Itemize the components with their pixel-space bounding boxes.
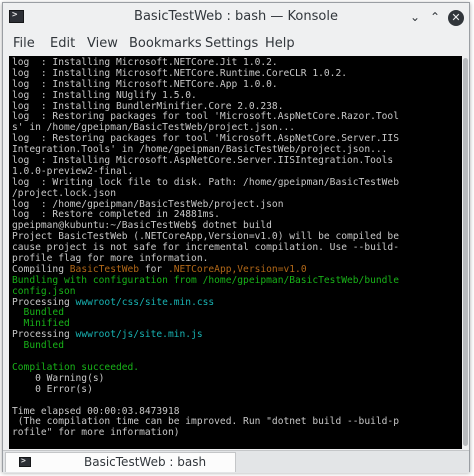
terminal-line: Processing wwwroot/css/site.min.css [12, 296, 460, 309]
terminal-segment: BasicTestWeb [69, 263, 140, 275]
tab-bar: > BasicTestWeb : bash [3, 450, 469, 473]
terminal-segment: cause project is not safe for incrementa… [12, 242, 399, 254]
menu-bar: File Edit View Bookmarks Settings Help [3, 33, 469, 55]
terminal-segment: Minified [12, 318, 70, 330]
terminal-line: 0 Error(s) [12, 383, 460, 396]
terminal-segment: Integration.Tools' in /home/gpeipman/Bas… [12, 144, 388, 156]
terminal-icon: > [19, 456, 31, 467]
terminal-segment: Processing [12, 296, 76, 308]
terminal-segment: for [139, 263, 168, 275]
terminal-output[interactable]: log : Installing Microsoft.NETCore.Jit 1… [9, 56, 462, 449]
terminal-segment: log : Installing Microsoft.AspNetCore.Se… [12, 155, 394, 167]
terminal-segment: log : /home/gpeipman/BasicTestWeb/projec… [12, 198, 284, 210]
maximize-button[interactable]: ⌃ [427, 10, 443, 26]
terminal-line: Bundled [12, 308, 460, 319]
chevron-up-icon: ⌃ [429, 10, 441, 24]
terminal-segment: log : Restore completed in 24881ms. [12, 209, 220, 221]
konsole-window: > BasicTestWeb : bash — Konsole ⌄ ⌃ ✕ Fi… [2, 2, 470, 473]
terminal-segment: log : Writing lock file to disk. Path: /… [12, 176, 399, 188]
menu-bookmarks[interactable]: Bookmarks [129, 36, 202, 51]
terminal-segment: wwwroot/css/site.min.css [75, 296, 215, 308]
menu-help[interactable]: Help [265, 36, 295, 51]
terminal-segment: log : Installing Microsoft.NETCore.Jit 1… [12, 57, 278, 68]
terminal-segment: 0 Warning(s) [12, 372, 105, 384]
terminal-segment: log : Installing NUglify 1.5.0. [12, 89, 197, 101]
terminal-segment: 1.0.0-preview2-final. [12, 165, 134, 177]
tab-label: BasicTestWeb : bash [84, 455, 207, 469]
chevron-down-icon: ⌄ [409, 10, 421, 24]
terminal-segment: Compilation succeeded. [12, 361, 140, 373]
terminal-segment: Processing [12, 329, 76, 341]
terminal-text: log : Installing Microsoft.NETCore.Jit 1… [12, 57, 460, 449]
terminal-segment: (The compilation time can be improved. R… [12, 416, 399, 428]
window-title: BasicTestWeb : bash — Konsole [134, 9, 338, 24]
terminal-line: Bundling with configuration from /home/g… [12, 274, 460, 287]
terminal-segment: log : Installing Microsoft.NETCore.App 1… [12, 78, 278, 90]
terminal-segment: Compiling [12, 263, 70, 275]
terminal-line: Bundled [12, 340, 460, 352]
terminal-segment: Bundling with configuration from /home/g… [12, 274, 399, 286]
terminal-segment: Bundled [12, 307, 64, 319]
menu-view[interactable]: View [87, 36, 118, 51]
terminal-line: Processing wwwroot/js/site.min.js [12, 329, 460, 341]
terminal-segment: profile flag for more information. [12, 253, 209, 265]
terminal-segment: log : Restoring packages for tool 'Micro… [12, 133, 399, 145]
title-bar[interactable]: > BasicTestWeb : bash — Konsole ⌄ ⌃ ✕ [3, 3, 469, 33]
terminal-scrollbar[interactable] [463, 56, 469, 449]
menu-file[interactable]: File [13, 36, 35, 51]
terminal-segment: gpeipman@kubuntu:~/BasicTestWeb$ dotnet … [12, 220, 272, 232]
terminal-segment: log : Restoring packages for tool 'Micro… [12, 111, 399, 123]
close-button[interactable]: ✕ [448, 10, 464, 26]
terminal-segment: wwwroot/js/site.min.js [75, 329, 203, 341]
terminal-segment: config.json [12, 285, 76, 297]
terminal-segment: rofile" for more information) [12, 427, 180, 439]
terminal-segment: Time elapsed 00:00:03.8473918 [12, 405, 180, 417]
terminal-segment: 0 Error(s) [12, 383, 93, 395]
terminal-segment: .NETCoreApp,Version=v1.0 [167, 263, 307, 275]
tab-session[interactable]: > BasicTestWeb : bash [5, 452, 236, 472]
terminal-segment: log : Installing Microsoft.NETCore.Runti… [12, 67, 348, 79]
close-icon: ✕ [451, 11, 461, 24]
terminal-segment: log : Installing BundlerMinifier.Core 2.… [12, 100, 284, 112]
menu-edit[interactable]: Edit [50, 36, 75, 51]
terminal-line: rofile" for more information) [12, 427, 460, 439]
terminal-segment: /project.lock.json [12, 187, 116, 199]
minimize-button[interactable]: ⌄ [407, 10, 423, 26]
menu-settings[interactable]: Settings [205, 36, 258, 51]
terminal-segment: Bundled [12, 340, 64, 352]
terminal-segment: s' in /home/gpeipman/BasicTestWeb/projec… [12, 122, 296, 134]
scrollbar-thumb[interactable] [463, 58, 468, 446]
terminal-segment: Project BasicTestWeb (.NETCoreApp,Versio… [12, 231, 399, 243]
